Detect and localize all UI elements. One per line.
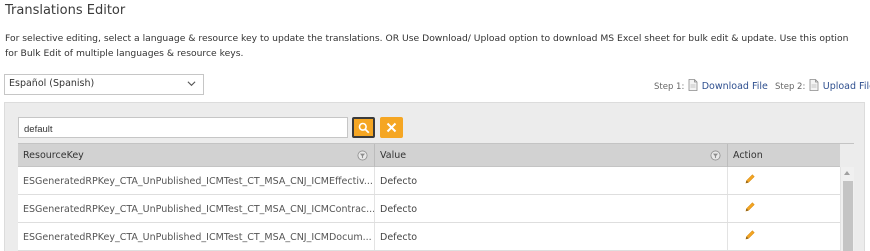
column-header-value[interactable]: Value (375, 144, 728, 167)
column-header-value-label: Value (380, 150, 407, 161)
value-cell: Defecto (375, 167, 728, 194)
page-title: Translations Editor (5, 3, 126, 18)
value-cell: Defecto (375, 223, 728, 250)
filter-icon[interactable] (710, 150, 721, 161)
page-description: For selective editing, select a language… (5, 33, 849, 59)
table-row: ESGeneratedRPKey_CTA_UnPublished_ICMTest… (18, 167, 840, 195)
step-2-label: Step 2: (775, 82, 806, 92)
search-button[interactable] (352, 117, 375, 138)
column-header-resource-key-label: ResourceKey (23, 150, 84, 161)
column-header-resource-key[interactable]: ResourceKey (18, 144, 375, 167)
upload-file-link[interactable]: Upload File (823, 81, 870, 92)
table-row: ESGeneratedRPKey_CTA_UnPublished_ICMTest… (18, 223, 840, 251)
language-select[interactable]: Español (Spanish) (4, 74, 204, 95)
download-file-link[interactable]: Download File (702, 81, 768, 92)
close-icon (386, 122, 397, 133)
value-cell: Defecto (375, 195, 728, 222)
document-icon (688, 79, 698, 91)
clear-search-button[interactable] (380, 117, 403, 138)
grid-body: ESGeneratedRPKey_CTA_UnPublished_ICMTest… (18, 167, 840, 251)
column-header-action: Action (728, 144, 840, 167)
resource-key-cell: ESGeneratedRPKey_CTA_UnPublished_ICMTest… (18, 195, 375, 222)
pencil-icon[interactable] (744, 201, 756, 213)
resource-key-cell: ESGeneratedRPKey_CTA_UnPublished_ICMTest… (18, 223, 375, 250)
chevron-down-icon (187, 81, 196, 87)
scrollbar-thumb[interactable] (843, 181, 853, 251)
pencil-icon[interactable] (744, 173, 756, 185)
filter-icon[interactable] (357, 150, 368, 161)
grid-header: ResourceKey Value Action (18, 143, 840, 167)
action-cell (728, 195, 840, 222)
step-1: Step 1: Download File (654, 79, 768, 92)
search-icon (358, 122, 370, 134)
scrollbar-header-spacer (840, 143, 854, 167)
search-input[interactable] (18, 117, 348, 138)
resource-key-cell: ESGeneratedRPKey_CTA_UnPublished_ICMTest… (18, 167, 375, 194)
step-2: Step 2: Upload File (775, 79, 870, 92)
pencil-icon[interactable] (744, 229, 756, 241)
step-1-label: Step 1: (654, 82, 685, 92)
scroll-up-arrow-icon[interactable] (844, 171, 850, 175)
grid-scrollbar[interactable] (840, 167, 854, 251)
action-cell (728, 223, 840, 250)
action-cell (728, 167, 840, 194)
table-row: ESGeneratedRPKey_CTA_UnPublished_ICMTest… (18, 195, 840, 223)
document-icon (809, 79, 819, 91)
column-header-action-label: Action (733, 150, 763, 161)
language-select-value: Español (Spanish) (9, 78, 95, 89)
